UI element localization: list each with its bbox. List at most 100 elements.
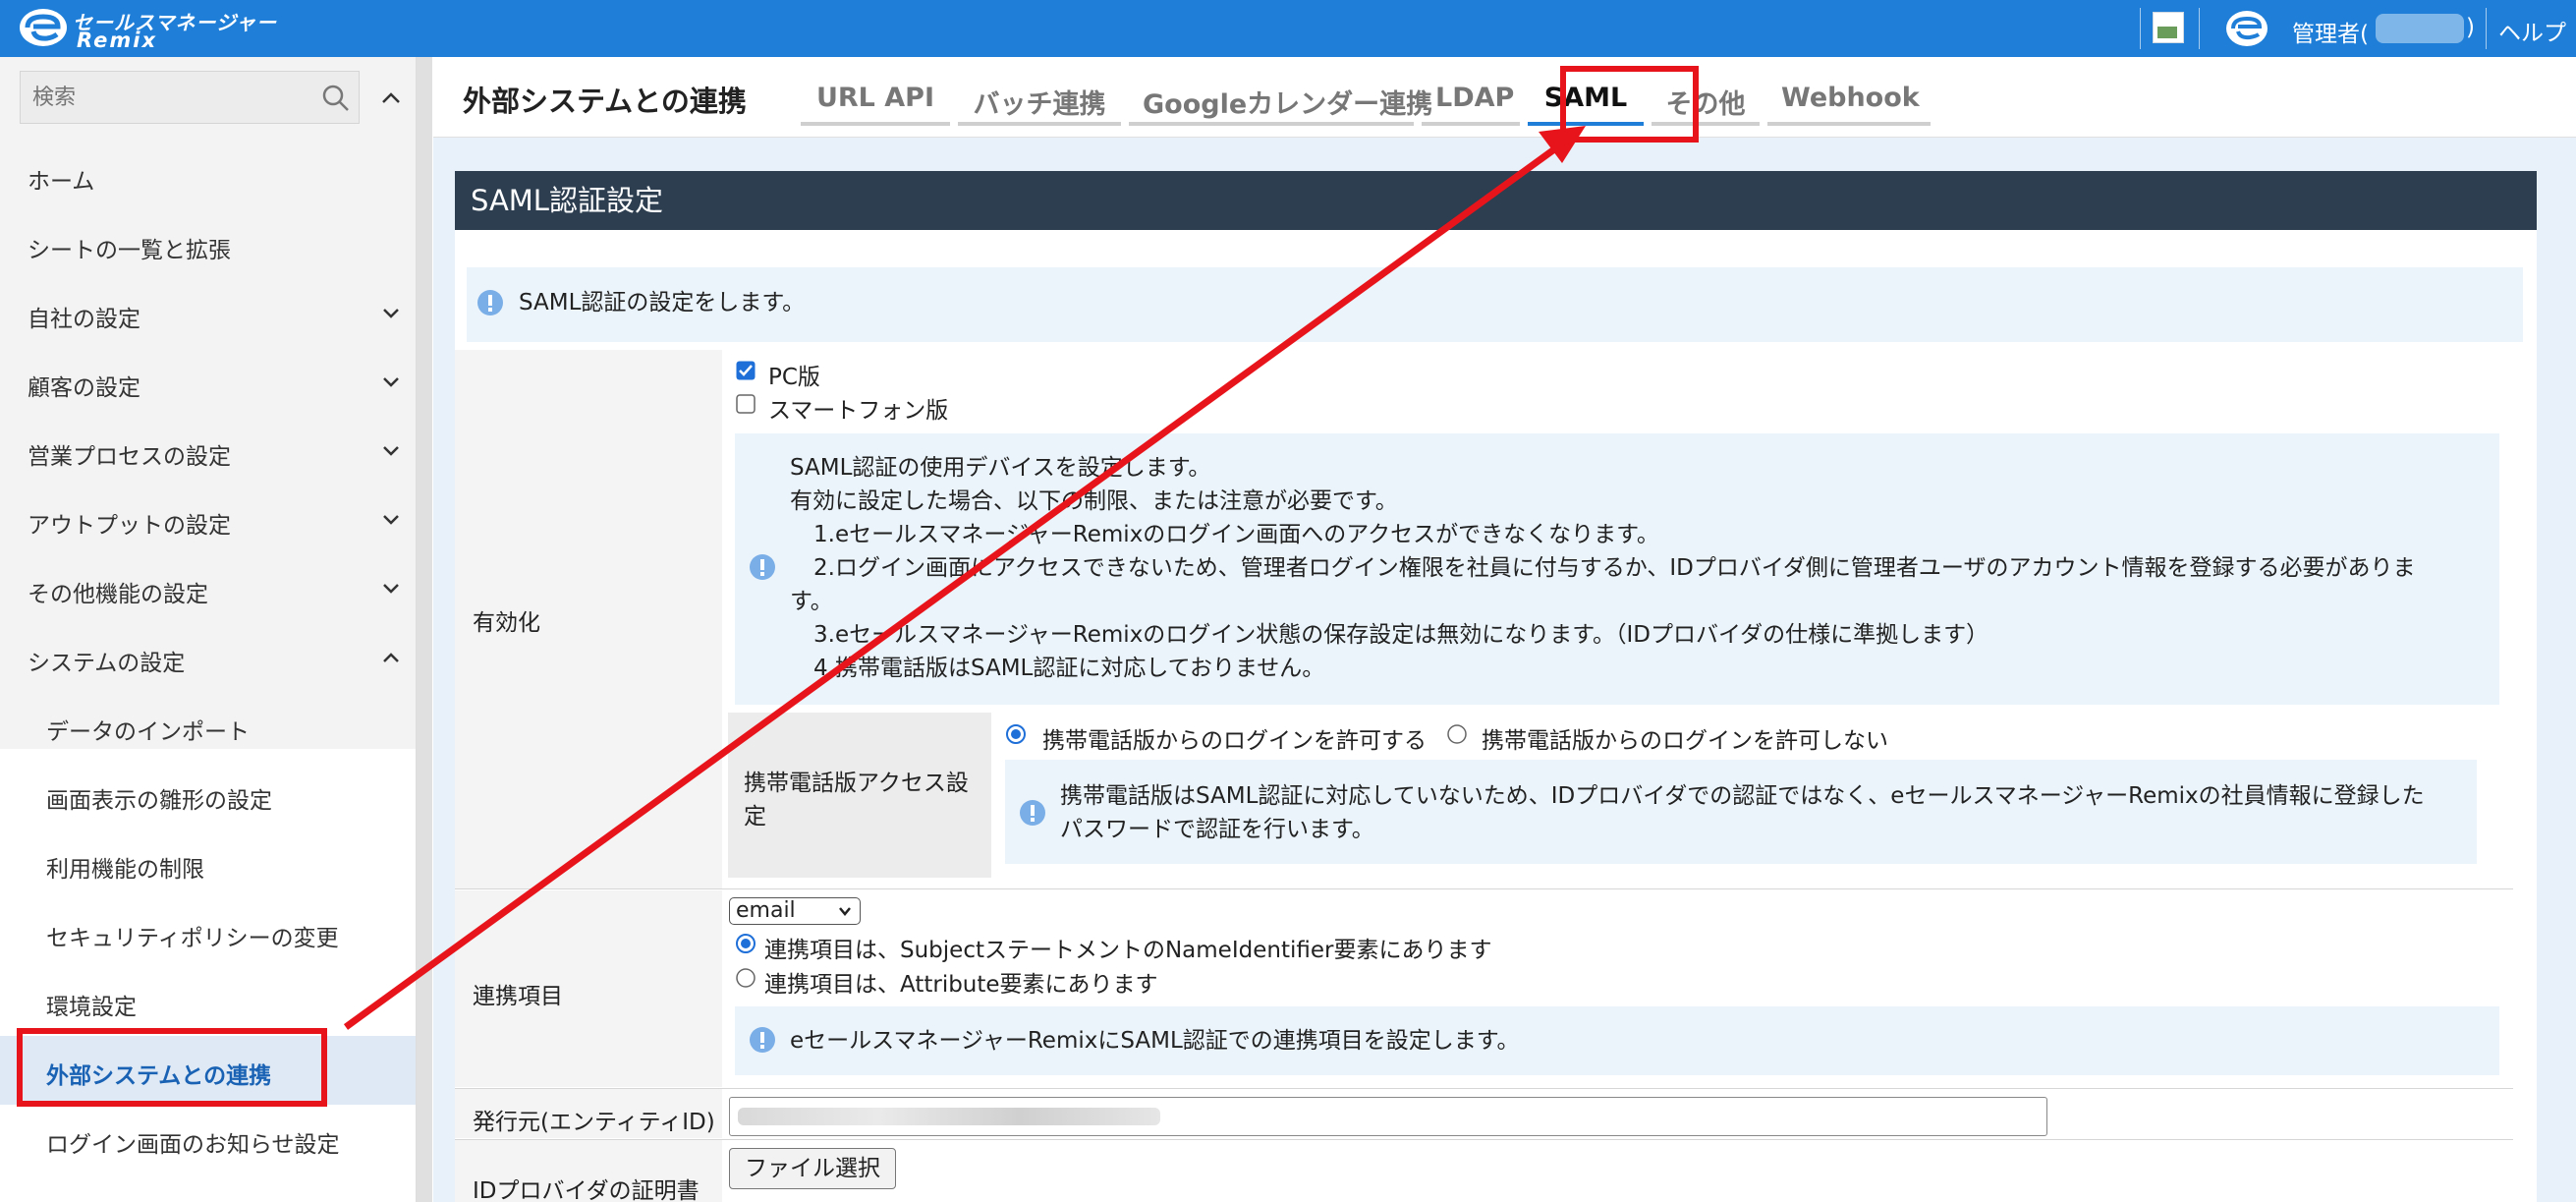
sidebar-search [20,71,360,124]
chevron-down-icon [839,907,851,916]
pc-checkbox[interactable] [736,361,756,380]
sidebar-item-system[interactable]: システムの設定 [0,623,416,692]
file-select-button[interactable]: ファイル選択 [729,1148,896,1189]
annotation-box-saml-tab [1560,66,1699,143]
sidebar-item-label: アウトプットの設定 [28,513,231,539]
sidebar-item-customer[interactable]: 顧客の設定 [0,348,416,417]
user-name-label[interactable]: 管理者( [2292,15,2369,48]
annotation-box-sidebar-item [17,1028,327,1107]
intro-info-text: SAML認証の設定をします。 [519,290,806,315]
chevron-down-icon [383,309,399,318]
enable-info-line: 4.携帯電話版はSAML認証に対応しておりません。 [813,656,1325,681]
sidebar-scrollbar[interactable] [417,57,432,1202]
sidebar-item-label: 営業プロセスの設定 [28,444,231,470]
logo-e-icon [20,9,67,46]
sidebar-item-label: 環境設定 [46,995,137,1020]
sidebar-item-display-template[interactable]: 画面表示の雛形の設定 [0,761,416,830]
sidebar-item-label: ホーム [28,169,95,195]
intro-info-box: SAML認証の設定をします。 [467,267,2523,342]
link-option2-label: 連携項目は、Attribute要素にあります [764,972,1158,998]
tab-ldap[interactable]: LDAP [1422,83,1520,126]
link-info-text: eセールスマネージャーRemixにSAML認証での連携項目を設定します。 [790,1028,1520,1054]
enable-info-line: 有効に設定した場合、以下の制限、または注意が必要です。 [790,488,1398,514]
sidebar-item-label: シートの一覧と拡張 [28,238,231,263]
enable-info-line: す。 [790,589,833,614]
link-option1-label: 連携項目は、SubjectステートメントのNameIdentifier要素にあり… [764,938,1492,963]
enable-label: 有効化 [473,610,540,636]
chevron-up-icon[interactable] [373,81,409,116]
sidebar-item-sheets[interactable]: シートの一覧と拡張 [0,210,416,279]
issuer-label-cell: 発行元(エンティティID) [455,1089,722,1138]
search-input[interactable] [32,82,308,113]
enable-info-line: SAML認証の使用デバイスを設定します。 [790,455,1211,481]
enable-info-line: 1.eセールスマネージャーRemixのログイン画面へのアクセスができなくなります… [813,522,1659,547]
sidebar-item-label: その他機能の設定 [28,582,208,607]
mobile-deny-radio[interactable] [1447,724,1467,744]
tab-google-calendar[interactable]: Googleカレンダー連携 [1129,83,1432,126]
tab-batch[interactable]: バッチ連携 [958,83,1121,126]
sidebar-item-label: 画面表示の雛形の設定 [46,788,272,814]
sidebar-item-output[interactable]: アウトプットの設定 [0,486,416,554]
user-logo-icon [2226,11,2268,46]
divider [2486,8,2487,49]
row-divider [455,1088,2513,1089]
mobile-info-box: 携帯電話版はSAML認証に対応していないため、IDプロバイダでの認証ではなく、e… [1005,760,2477,864]
mobile-deny-label: 携帯電話版からのログインを許可しない [1482,728,1888,754]
chevron-down-icon [383,515,399,525]
sidebar-item-label: システムの設定 [28,651,186,676]
link-item-select[interactable]: email [729,897,861,925]
row-divider [455,888,2513,889]
sidebar-item-other-features[interactable]: その他機能の設定 [0,554,416,623]
link-option1-radio[interactable] [736,934,756,953]
sidebar-item-label: セキュリティポリシーの変更 [46,926,339,951]
issuer-input[interactable] [729,1097,2047,1136]
link-option2-radio[interactable] [736,968,756,988]
tab-url-api[interactable]: URL API [801,83,950,126]
sidebar-item-label: 自社の設定 [28,307,140,332]
chevron-down-icon [383,584,399,594]
main-header: 外部システムとの連携 URL API バッチ連携 Googleカレンダー連携 L… [433,57,2576,138]
issuer-label: 発行元(エンティティID) [473,1110,715,1135]
sidebar-item-data-import[interactable]: データのインポート [0,692,416,761]
link-item-select-value: email [736,898,796,923]
idp-cert-label: IDプロバイダの証明書 [473,1178,700,1202]
sidebar-item-sales-process[interactable]: 営業プロセスの設定 [0,417,416,486]
sidebar-item-login-notice[interactable]: ログイン画面のお知らせ設定 [0,1105,416,1173]
chevron-down-icon [383,446,399,456]
sidebar-item-feature-restriction[interactable]: 利用機能の制限 [0,830,416,898]
smartphone-checkbox[interactable] [736,394,756,414]
mobile-allow-label: 携帯電話版からのログインを許可する [1042,728,1427,754]
mobile-info-line: パスワードで認証を行います。 [1060,817,1374,842]
mobile-allow-radio[interactable] [1006,724,1026,744]
search-icon[interactable] [321,84,351,113]
sidebar-item-label: データのインポート [46,719,250,745]
enable-label-cell: 有効化 [455,350,722,888]
link-info-box: eセールスマネージャーRemixにSAML認証での連携項目を設定します。 [735,1006,2499,1075]
enable-info-box: SAML認証の使用デバイスを設定します。 有効に設定した場合、以下の制限、または… [735,433,2499,705]
help-link[interactable]: ヘルプ [2498,14,2566,47]
info-icon [477,290,503,315]
enable-info-line: 3.eセールスマネージャーRemixのログイン状態の保存設定は無効になります。（… [813,622,1989,648]
app-logo[interactable]: セールスマネージャー Remix [10,3,276,54]
user-name-suffix: ) [2466,15,2475,40]
info-icon [1020,800,1045,826]
pc-checkbox-label: PC版 [768,365,820,390]
sidebar-item-label: ログイン画面のお知らせ設定 [46,1132,340,1158]
chevron-up-icon [383,653,399,662]
idp-cert-label-cell: IDプロバイダの証明書 [455,1140,722,1202]
sidebar-item-label: 顧客の設定 [28,375,140,401]
broken-image-icon[interactable] [2153,12,2184,43]
sidebar-item-security-policy[interactable]: セキュリティポリシーの変更 [0,898,416,967]
row-divider [455,1139,2513,1140]
mobile-access-label-cont: 定 [744,804,766,830]
divider [2199,8,2200,49]
sidebar-item-environment[interactable]: 環境設定 [0,967,416,1036]
logo-subtext: Remix [77,29,157,52]
sidebar-item-home[interactable]: ホーム [0,142,416,210]
info-icon [750,1027,775,1053]
link-item-label: 連携項目 [473,984,563,1009]
sidebar-item-company[interactable]: 自社の設定 [0,279,416,348]
mobile-access-label-cell: 携帯電話版アクセス設 定 [728,713,991,878]
panel-title: SAML認証設定 [455,171,2537,230]
tab-webhook[interactable]: Webhook [1767,83,1931,126]
